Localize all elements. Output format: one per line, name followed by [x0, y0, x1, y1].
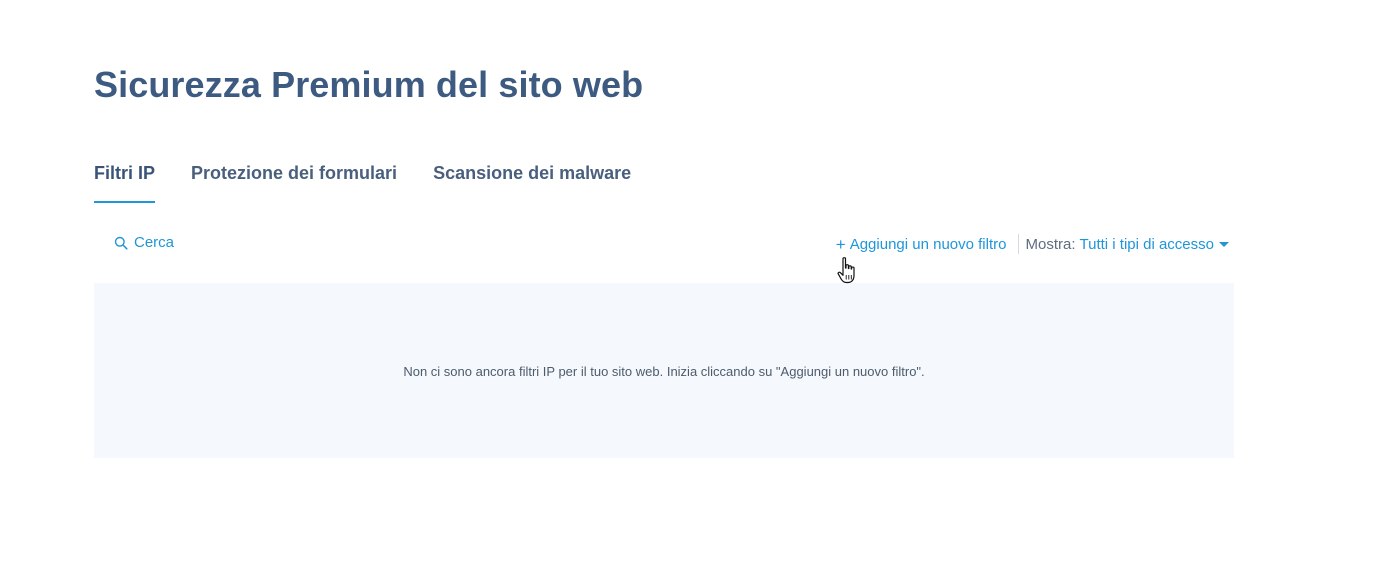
tab-filtri-ip[interactable]: Filtri IP [94, 160, 156, 203]
tab-scansione-malware[interactable]: Scansione dei malware [433, 160, 631, 203]
hand-cursor-icon [837, 257, 855, 284]
search-button[interactable]: Cerca [114, 234, 174, 251]
access-type-value: Tutti i tipi di accesso [1079, 235, 1215, 253]
empty-state-message: Non ci sono ancora filtri IP per il tuo … [403, 364, 925, 379]
toolbar-actions: + Aggiungi un nuovo filtro Mostra: Tutti… [836, 234, 1229, 254]
add-filter-button[interactable]: + Aggiungi un nuovo filtro [836, 236, 1007, 253]
show-label: Mostra: [1025, 235, 1076, 253]
toolbar-divider [1018, 234, 1020, 254]
access-type-dropdown[interactable]: Tutti i tipi di accesso [1079, 235, 1229, 253]
plus-icon: + [835, 234, 846, 254]
tab-protezione-formulari[interactable]: Protezione dei formulari [191, 160, 397, 203]
page-title: Sicurezza Premium del sito web [94, 64, 644, 105]
search-label: Cerca [134, 234, 175, 251]
caret-down-icon [1219, 242, 1229, 247]
tab-bar: Filtri IP Protezione dei formulari Scans… [94, 160, 667, 204]
empty-state-panel: Non ci sono ancora filtri IP per il tuo … [94, 283, 1234, 458]
toolbar: Cerca + Aggiungi un nuovo filtro Mostra:… [94, 230, 1234, 258]
page: Sicurezza Premium del sito web Filtri IP… [0, 0, 1380, 583]
add-filter-label: Aggiungi un nuovo filtro [849, 235, 1007, 253]
search-icon [114, 236, 128, 250]
